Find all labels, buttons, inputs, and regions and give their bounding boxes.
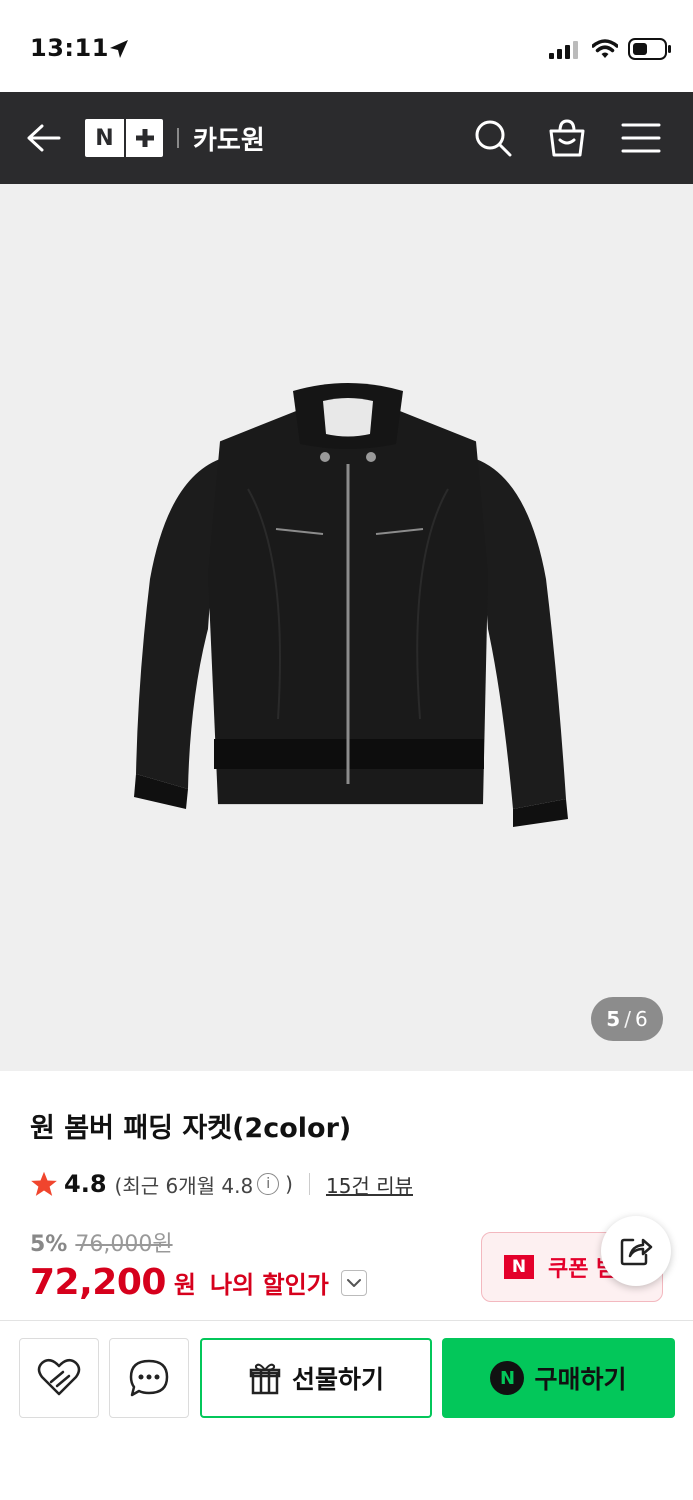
naver-n-badge: N [504,1255,534,1279]
total-pages: 6 [634,1007,648,1031]
rating-value: 4.8 [64,1170,107,1198]
share-icon [620,1238,653,1266]
cart-button[interactable] [543,114,591,162]
buy-label: 구매하기 [534,1365,627,1394]
plus-icon [124,119,163,157]
buy-button[interactable]: N 구매하기 [442,1338,675,1418]
back-arrow-icon [27,124,61,152]
search-icon [475,120,512,157]
gift-button[interactable]: 선물하기 [200,1338,432,1418]
cart-icon [549,119,585,157]
rating-divider [308,1173,310,1195]
info-icon[interactable]: i [257,1173,280,1195]
recent-rating-close: ) [285,1172,293,1196]
discount-rate: 5% [30,1232,68,1257]
store-name[interactable]: 카도원 [193,120,265,157]
my-discount-label[interactable]: 나의 할인가 [210,1265,329,1300]
recent-rating: (최근 6개월 4.8 i ) [115,1170,293,1199]
heart-icon [37,1359,81,1396]
wifi-icon [592,39,618,58]
chat-button[interactable] [109,1338,189,1418]
search-button[interactable] [469,114,517,162]
back-button[interactable] [22,116,66,160]
logo-n: N [95,125,114,151]
original-price: 76,000원 [75,1232,173,1257]
chevron-down-icon [346,1278,361,1287]
chat-bubble-icon [129,1359,169,1397]
recent-rating-text: (최근 6개월 4.8 [114,1173,254,1198]
current-page: 5 [606,1007,621,1031]
sale-price: 72,200 [30,1262,166,1303]
battery-icon [628,38,671,60]
image-page-counter: 5 / 6 [591,997,663,1041]
page-separator: / [624,1007,631,1031]
menu-icon [621,123,661,153]
wishlist-button[interactable] [19,1338,99,1418]
gift-label: 선물하기 [291,1365,384,1394]
rating-row: 4.8 (최근 6개월 4.8 i ) 15건 리뷰 [30,1168,413,1200]
header-divider [177,128,179,148]
product-title: 원 봄버 패딩 자켓(2color) [30,1113,352,1144]
signal-icon [549,41,578,59]
bottom-bar-divider [0,1320,693,1321]
share-button[interactable] [601,1216,671,1286]
naver-pay-n-icon: N [490,1361,525,1395]
naver-plus-logo[interactable]: N [85,119,163,157]
discount-row: 5% 76,000원 [30,1226,173,1258]
menu-button[interactable] [617,114,665,162]
location-arrow-icon [110,40,128,58]
jacket-image [134,383,568,827]
product-image-carousel[interactable]: 5 / 6 [0,184,693,1071]
status-bar: 13:11 [0,0,693,92]
status-time: 13:11 [30,34,109,62]
currency-unit: 원 [173,1271,197,1299]
header: N 카도원 [0,92,693,184]
price-row: 72,200 원 나의 할인가 [30,1262,367,1303]
review-count-link[interactable]: 15건 리뷰 [326,1170,413,1199]
gift-icon [249,1363,281,1395]
star-icon [31,1171,57,1196]
discount-details-toggle[interactable] [340,1269,367,1296]
